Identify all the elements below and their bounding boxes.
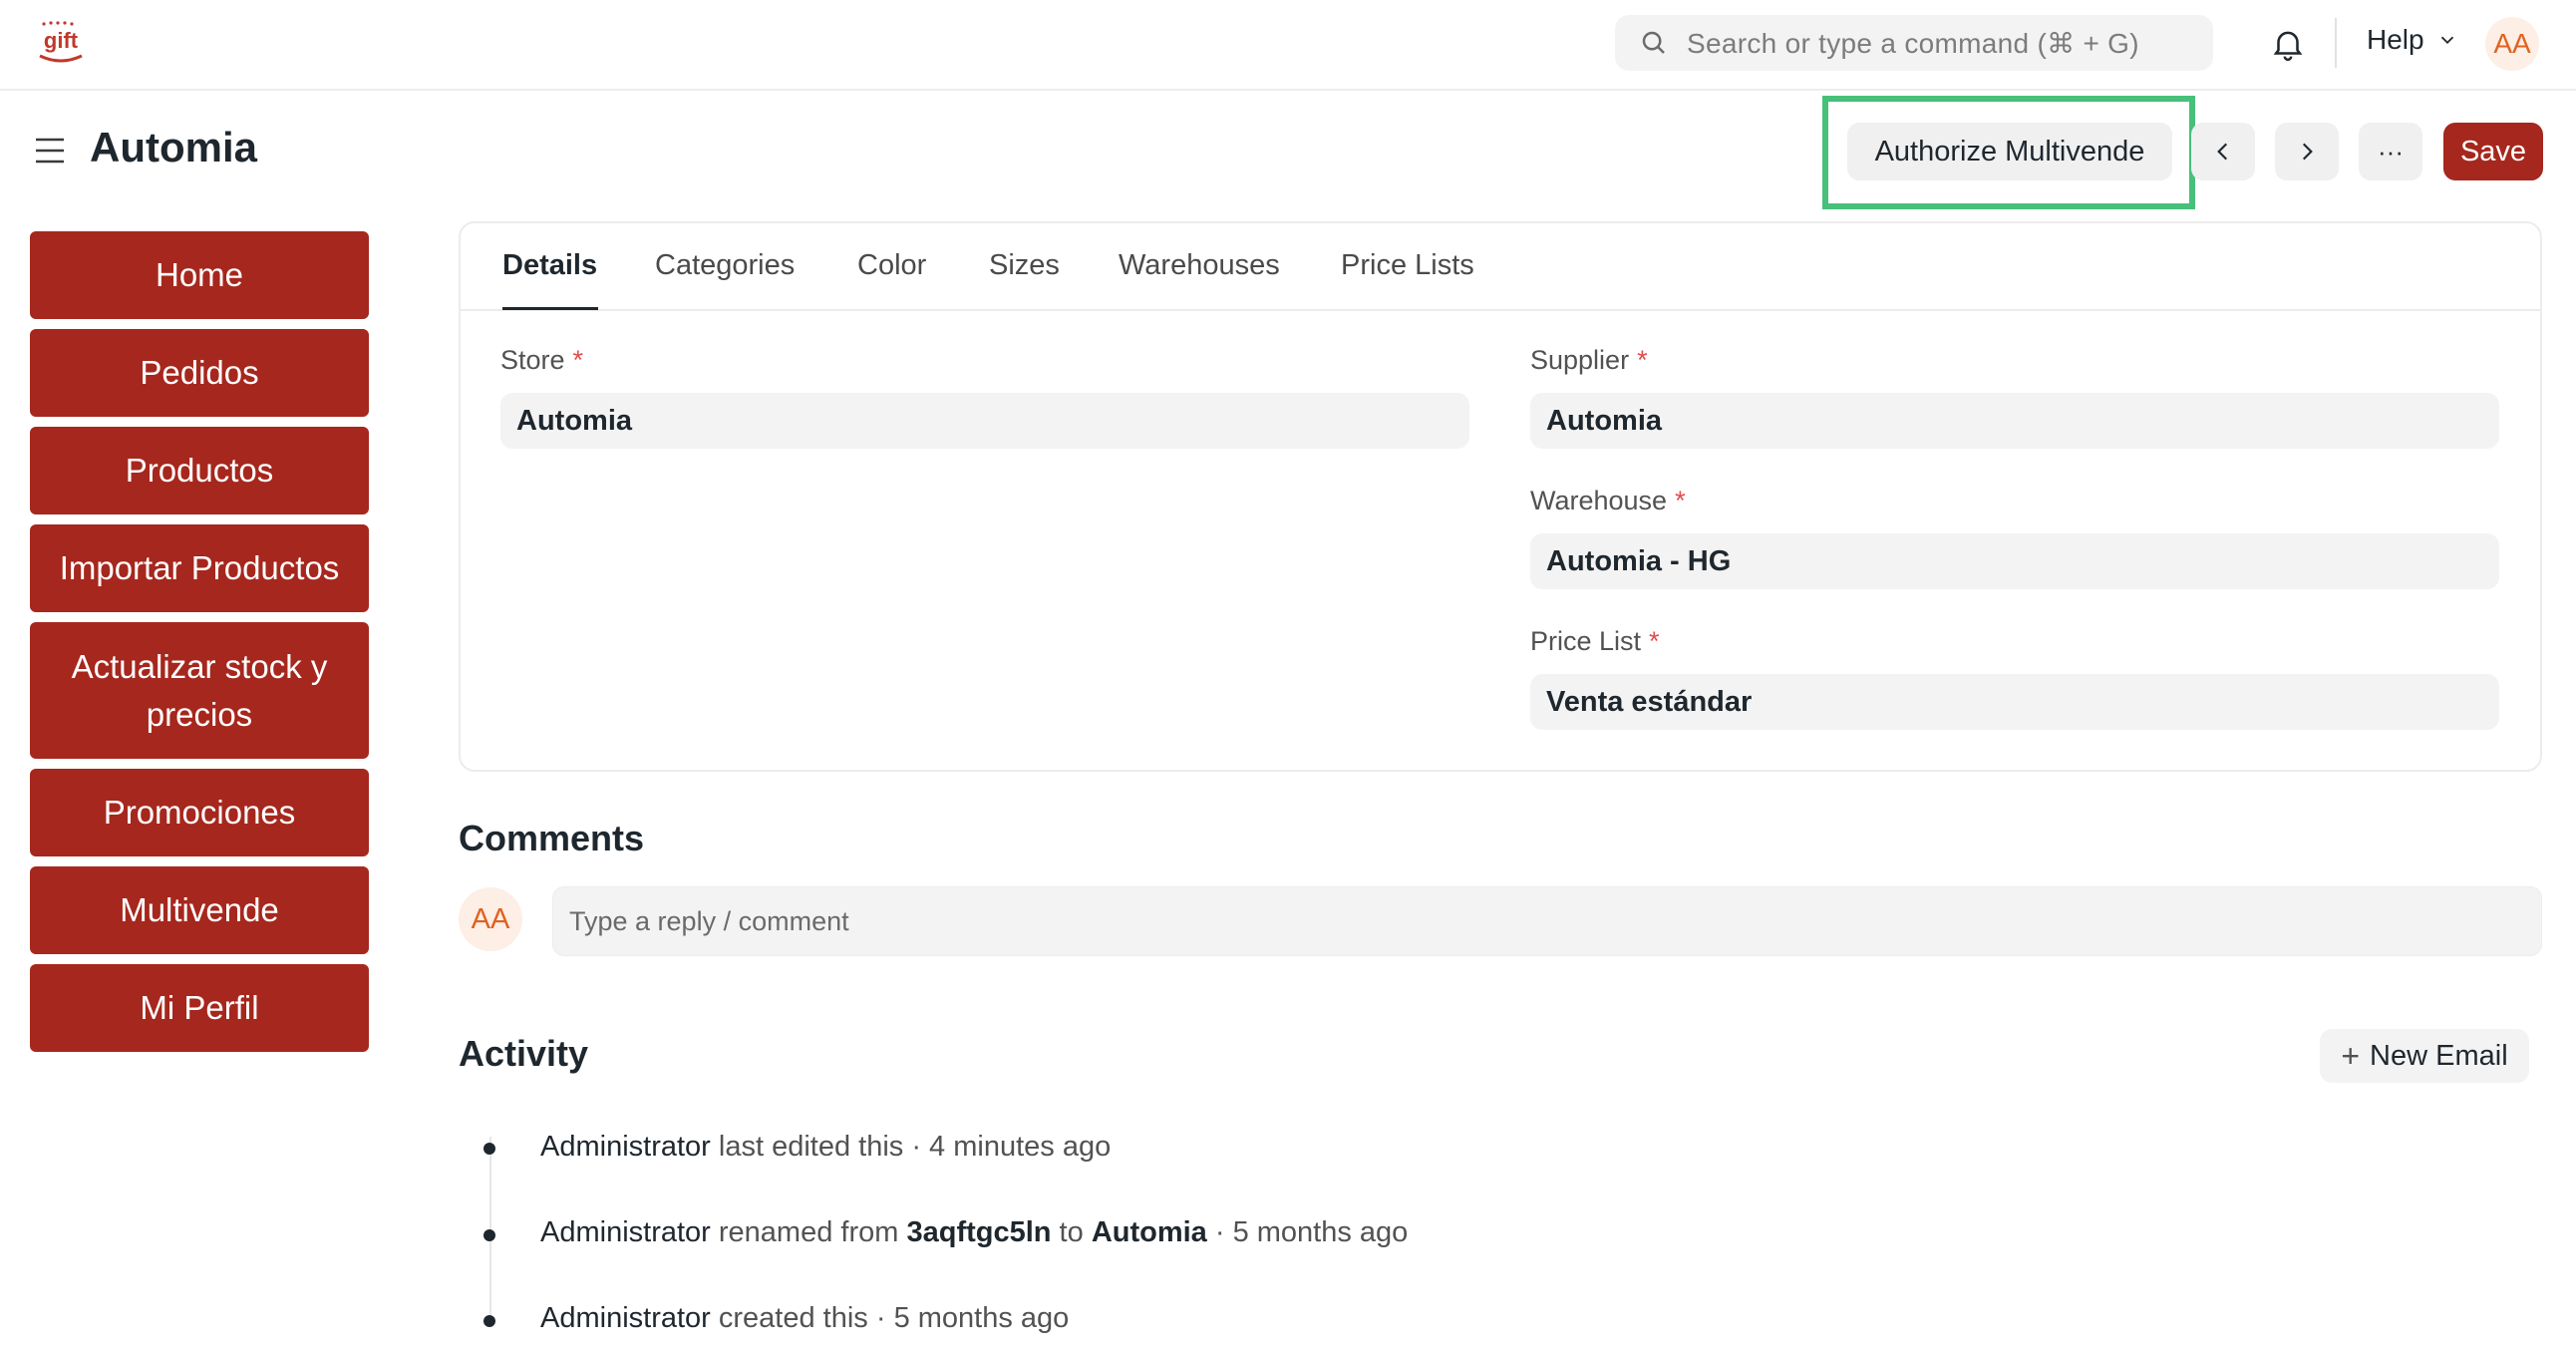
page-title: Automia [90,124,257,170]
sidebar-item-home[interactable]: Home [30,231,369,319]
sidebar-item-pedidos[interactable]: Pedidos [30,329,369,417]
tab-sizes[interactable]: Sizes [989,249,1060,282]
sidebar-item-actualizar-stock[interactable]: Actualizar stock y precios [30,622,369,759]
tab-price-lists[interactable]: Price Lists [1341,249,1474,282]
user-avatar[interactable]: AA [2485,17,2539,71]
new-email-button[interactable]: + New Email [2320,1029,2529,1083]
sidebar-item-importar-productos[interactable]: Importar Productos [30,524,369,612]
activity-item: Administrator created this · 5 months ag… [540,1302,1070,1334]
search-placeholder: Search or type a command (⌘ + G) [1687,27,2139,59]
sidebar-item-promociones[interactable]: Promociones [30,769,369,856]
required-asterisk: * [1649,626,1660,656]
hamburger-menu-icon[interactable] [34,136,66,166]
svg-text:gift: gift [44,28,79,53]
warehouse-field[interactable]: Automia - HG [1530,533,2499,589]
plus-icon: + [2341,1037,2361,1074]
timeline-dot [483,1229,495,1241]
store-label: Store * [500,345,584,375]
search-icon [1642,31,1665,54]
timeline-line [489,1137,491,1316]
comment-input[interactable]: Type a reply / comment [552,886,2542,956]
app-logo-icon[interactable]: gift [32,18,90,68]
activity-title: Activity [459,1033,589,1074]
required-asterisk: * [572,345,584,375]
top-navbar: gift Search or type a command (⌘ + G) He… [0,0,2576,91]
comments-title: Comments [459,818,645,858]
required-asterisk: * [1637,345,1648,375]
required-asterisk: * [1675,486,1686,515]
supplier-label: Supplier * [1530,345,1648,375]
chevron-left-icon [2217,143,2228,161]
save-button[interactable]: Save [2443,123,2543,180]
activity-item: Administrator last edited this · 4 minut… [540,1131,1112,1163]
tab-color[interactable]: Color [857,249,926,282]
chevron-right-icon [2302,143,2313,161]
tab-details[interactable]: Details [502,249,597,282]
navbar-divider [2335,18,2337,68]
form-card: Details Categories Color Sizes Warehouse… [459,221,2542,772]
price-list-field[interactable]: Venta estándar [1530,674,2499,730]
tab-warehouses[interactable]: Warehouses [1119,249,1280,282]
next-button[interactable] [2275,123,2339,180]
sidebar-item-multivende[interactable]: Multivende [30,866,369,954]
notification-bell-icon[interactable] [2269,24,2307,64]
search-bar[interactable]: Search or type a command (⌘ + G) [1615,15,2213,71]
store-field[interactable]: Automia [500,393,1469,449]
help-dropdown[interactable]: Help [2367,24,2458,56]
sidebar-item-productos[interactable]: Productos [30,427,369,514]
supplier-field[interactable]: Automia [1530,393,2499,449]
tab-bar: Details Categories Color Sizes Warehouse… [461,223,2540,311]
sidebar: Home Pedidos Productos Importar Producto… [30,231,369,1062]
warehouse-label: Warehouse * [1530,486,1686,515]
help-label: Help [2367,24,2424,55]
comment-avatar: AA [459,887,522,951]
new-email-label: New Email [2370,1039,2508,1072]
active-tab-indicator [502,307,598,310]
previous-button[interactable] [2191,123,2255,180]
authorize-multivende-button[interactable]: Authorize Multivende [1847,123,2172,180]
timeline-dot [483,1315,495,1327]
sidebar-item-mi-perfil[interactable]: Mi Perfil [30,964,369,1052]
timeline-dot [483,1143,495,1155]
chevron-down-icon [2440,36,2453,45]
price-list-label: Price List * [1530,626,1660,656]
activity-item: Administrator renamed from 3aqftgc5ln to… [540,1216,1409,1248]
more-actions-button[interactable]: ··· [2359,123,2422,180]
tab-categories[interactable]: Categories [655,249,795,282]
